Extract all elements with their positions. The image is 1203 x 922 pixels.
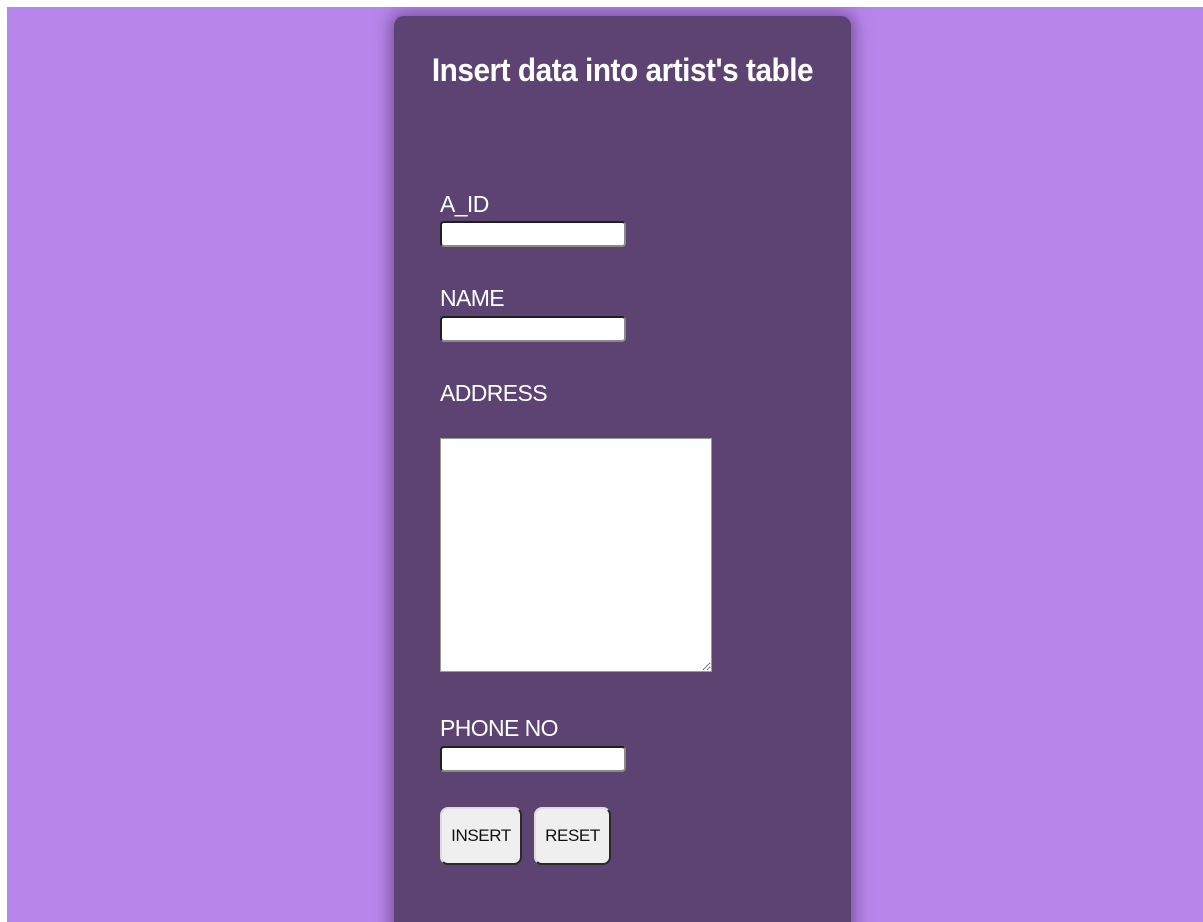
phone-no-input[interactable] xyxy=(440,746,626,772)
phone-no-label: PHONE NO xyxy=(440,715,558,741)
name-input[interactable] xyxy=(440,316,626,342)
insert-form-card: Insert data into artist's table A_ID NAM… xyxy=(394,16,851,922)
name-label: NAME xyxy=(440,285,505,311)
a-id-input[interactable] xyxy=(440,221,626,247)
insert-button[interactable]: INSERT xyxy=(440,807,522,865)
reset-button[interactable]: RESET xyxy=(534,807,611,865)
address-label: ADDRESS xyxy=(440,380,548,406)
a-id-label: A_ID xyxy=(440,191,489,217)
page-background: Insert data into artist's table A_ID NAM… xyxy=(7,7,1203,922)
page-title: Insert data into artist's table xyxy=(431,52,814,88)
address-textarea[interactable] xyxy=(440,438,712,672)
